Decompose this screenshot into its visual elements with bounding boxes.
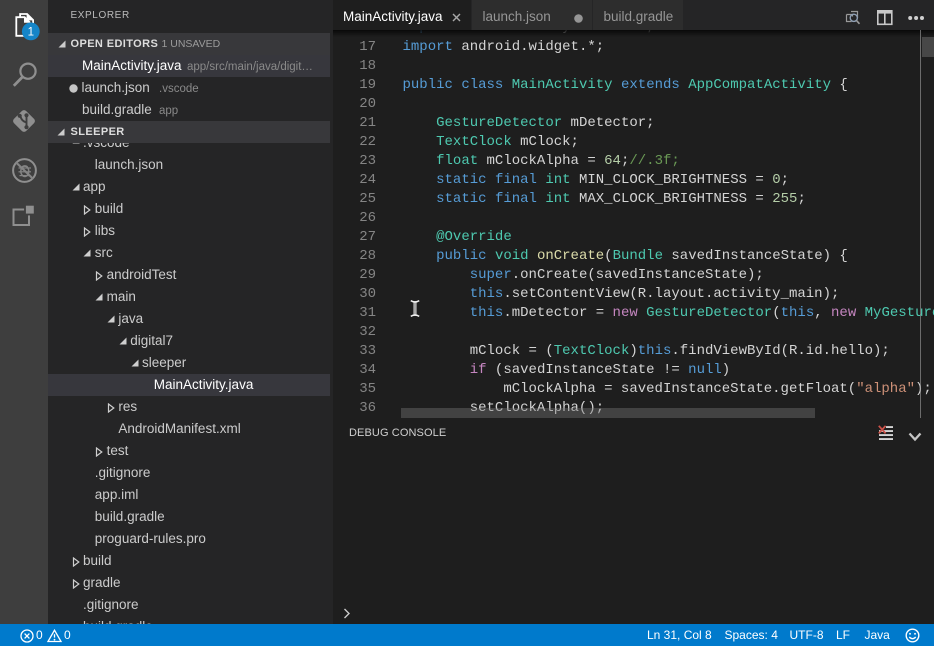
svg-text:1: 1 [28,27,34,39]
